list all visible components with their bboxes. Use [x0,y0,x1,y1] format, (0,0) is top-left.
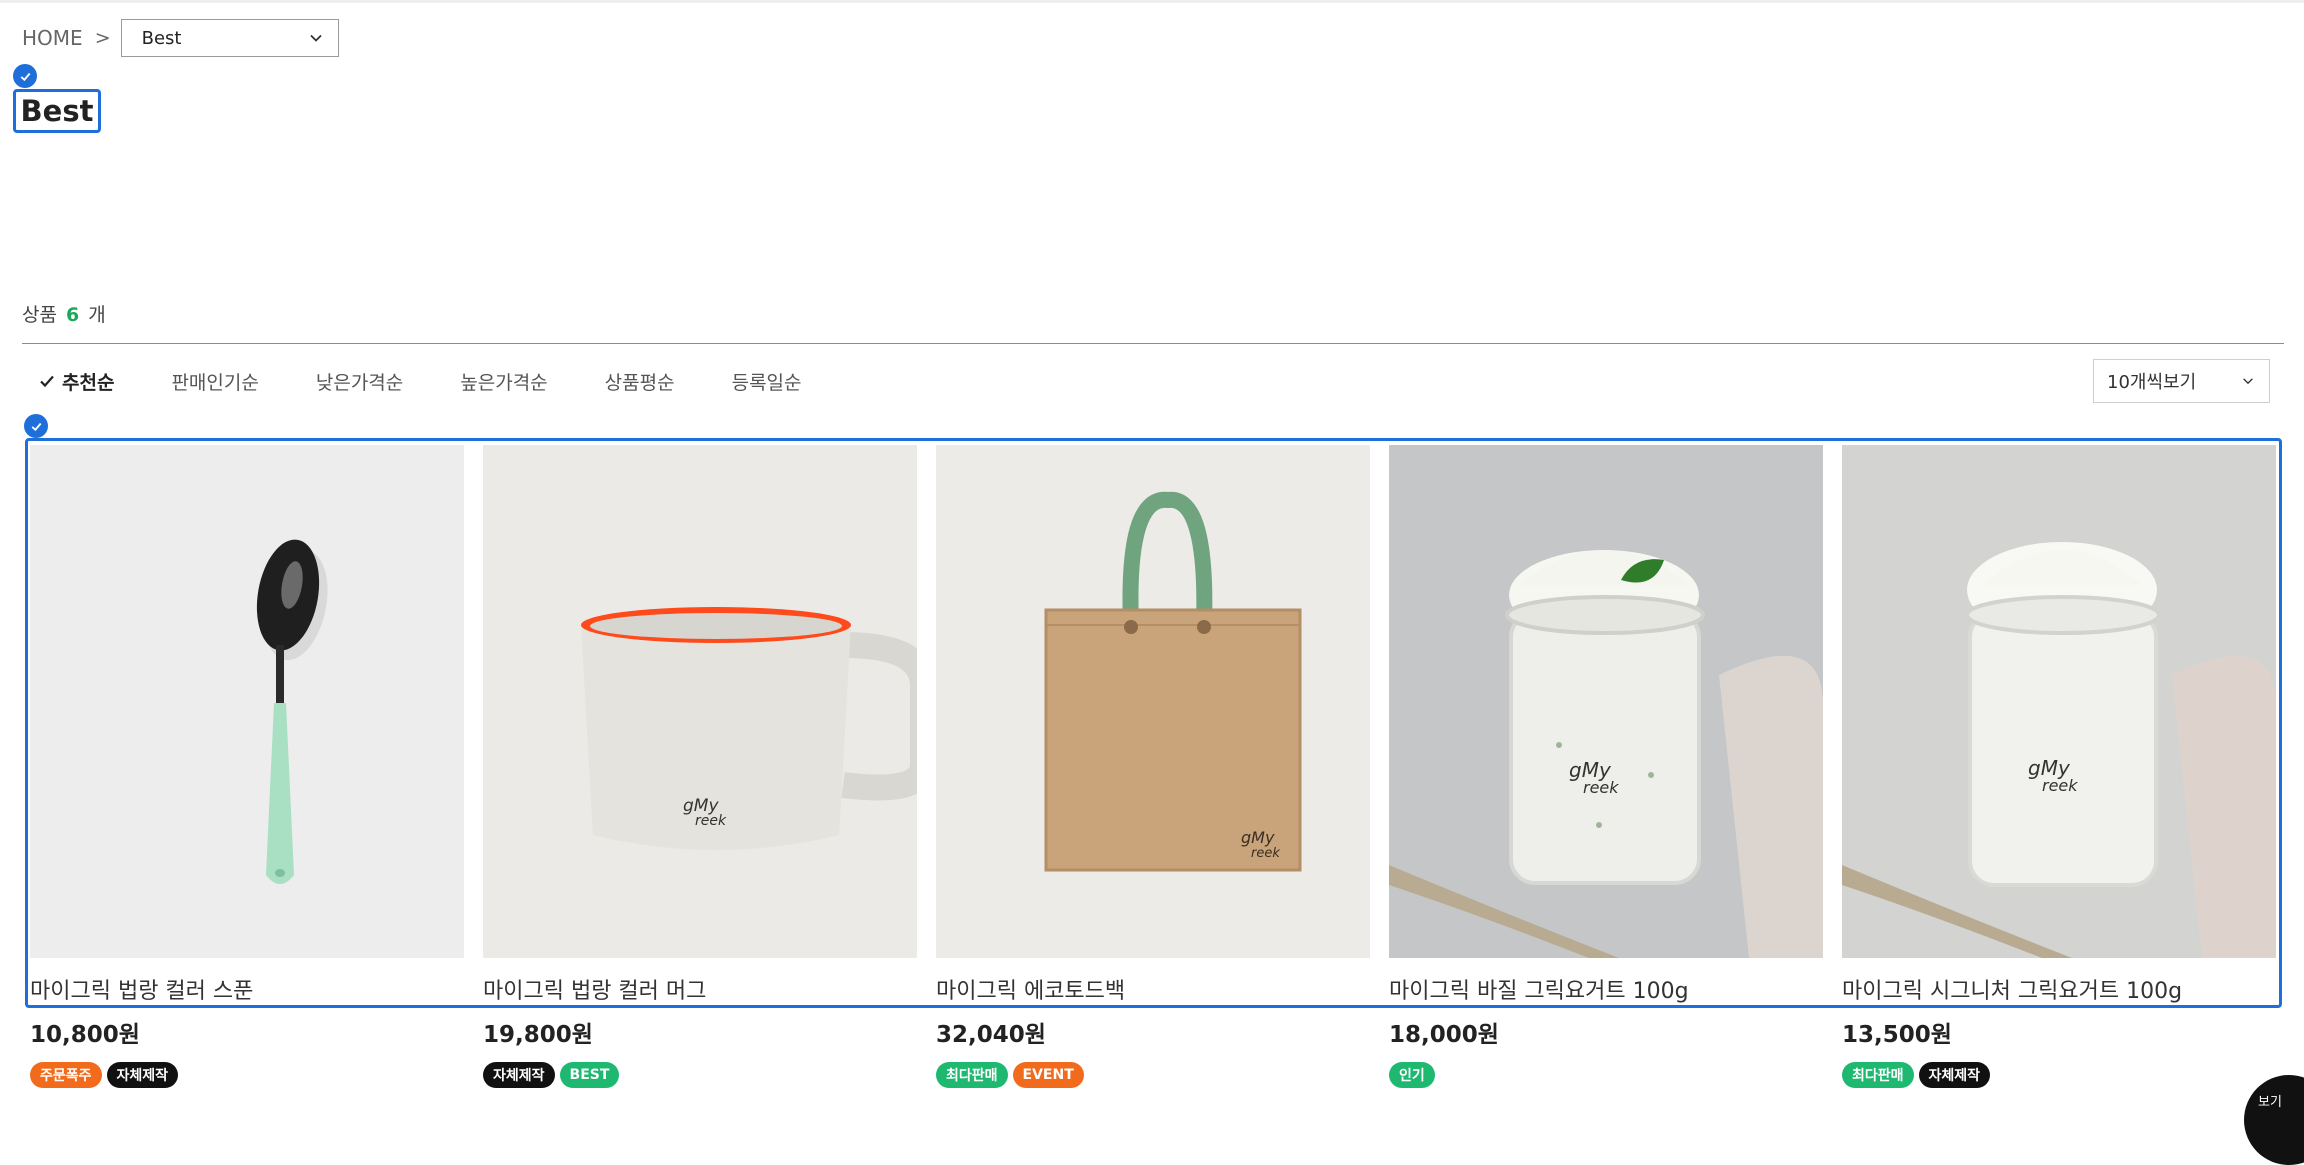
signature-yogurt-image: gMy reek [1842,445,2276,958]
breadcrumb-separator: > [94,27,111,49]
product-name[interactable]: 마이그릭 시그니처 그릭요거트 100g [1842,973,2302,1005]
product-price: 32,040원 [936,1022,1046,1048]
badge: 자체제작 [1918,1062,1991,1088]
floating-button[interactable]: 보기 [2244,1075,2304,1165]
product-image[interactable]: gMy reek [483,445,917,958]
product-badges: 최다판매 EVENT [936,1062,1089,1088]
divider [22,343,2284,344]
product-count-suffix: 개 [88,304,106,326]
sort-tab-label: 등록일순 [731,371,802,394]
sort-tab-low-price[interactable]: 낮은가격순 [316,368,403,395]
product-name[interactable]: 마이그릭 에코토드백 [936,973,1396,1005]
category-select-value: Best [141,27,182,49]
svg-text:reek: reek [1251,846,1280,861]
sort-tab-label: 상품평순 [604,371,675,394]
spoon-image [30,445,464,958]
breadcrumb: HOME > Best [22,19,339,57]
product-image[interactable] [30,445,464,958]
top-border [0,0,2304,3]
product-count-number: 6 [66,304,80,326]
product-price: 13,500원 [1842,1022,1952,1048]
product-card[interactable]: gMy reek 마이그릭 에코토드백 32,040원 최다판매 EVENT [936,445,1370,1088]
sort-tab-review[interactable]: 상품평순 [605,368,675,395]
product-badges: 인기 [1389,1062,1440,1088]
page-title-box: Best [13,89,101,133]
sort-tab-label: 낮은가격순 [315,371,404,394]
sort-tab-high-price[interactable]: 높은가격순 [460,368,547,395]
badge: 인기 [1389,1062,1435,1088]
chevron-down-icon [2243,378,2253,385]
badge: 자체제작 [483,1062,555,1088]
selection-check-icon [13,64,37,88]
product-price: 18,000원 [1389,1022,1499,1048]
badge: 최다판매 [936,1062,1008,1088]
sort-tab-label: 추천순 [62,371,115,394]
product-name[interactable]: 마이그릭 바질 그릭요거트 100g [1389,973,1849,1005]
svg-text:reek: reek [2042,776,2078,795]
selection-check-icon [24,414,48,438]
svg-text:reek: reek [695,813,727,829]
floating-button-label: 보기 [2258,1095,2282,1110]
view-count-select[interactable]: 10개씩보기 [2093,359,2270,403]
svg-text:gMy: gMy [1241,828,1275,847]
product-card[interactable]: gMy reek 마이그릭 법랑 컬러 머그 19,800원 자체제작 BEST [483,445,917,1088]
mug-image: gMy reek [483,445,917,958]
product-count-prefix: 상품 [22,304,57,326]
product-name[interactable]: 마이그릭 법랑 컬러 머그 [483,973,943,1005]
badge: 자체제작 [106,1062,179,1088]
product-badges: 자체제작 BEST [483,1062,624,1088]
breadcrumb-home-link[interactable]: HOME [22,26,83,50]
product-badges: 주문폭주 자체제작 [30,1062,183,1088]
badge: BEST [559,1062,620,1088]
sort-tab-label: 높은가격순 [460,371,548,394]
badge: 최다판매 [1842,1062,1914,1088]
product-badges: 최다판매 자체제작 [1842,1062,1995,1088]
page-title: Best [20,94,94,128]
product-price: 19,800원 [483,1022,593,1048]
svg-text:reek: reek [1583,778,1619,797]
tote-bag-image: gMy reek [936,445,1370,958]
check-icon [40,375,54,388]
product-name[interactable]: 마이그릭 법랑 컬러 스푼 [30,973,490,1005]
product-image[interactable]: gMy reek [1842,445,2276,958]
sort-tabs: 추천순 판매인기순 낮은가격순 높은가격순 상품평순 등록일순 [38,368,859,394]
sort-tab-recommended[interactable]: 추천순 [38,368,114,395]
view-count-value: 10개씩보기 [2107,372,2197,393]
product-count: 상품 6 개 [22,300,106,327]
product-card[interactable]: gMy reek 마이그릭 바질 그릭요거트 100g 18,000원 인기 [1389,445,1823,1088]
product-image[interactable]: gMy reek [936,445,1370,958]
sort-tab-label: 판매인기순 [171,371,259,394]
basil-yogurt-image: gMy reek [1389,445,1823,958]
badge: 주문폭주 [30,1062,102,1088]
product-price: 10,800원 [30,1022,140,1048]
category-select[interactable]: Best [120,19,339,57]
product-card[interactable]: 마이그릭 법랑 컬러 스푼 10,800원 주문폭주 자체제작 [30,445,464,1088]
product-image[interactable]: gMy reek [1389,445,1823,958]
product-card[interactable]: gMy reek 마이그릭 시그니처 그릭요거트 100g 13,500원 최다… [1842,445,2276,1088]
badge: EVENT [1012,1062,1084,1088]
sort-tab-newest[interactable]: 등록일순 [732,368,802,395]
chevron-down-icon [309,34,322,42]
sort-tab-popular[interactable]: 판매인기순 [171,368,258,395]
